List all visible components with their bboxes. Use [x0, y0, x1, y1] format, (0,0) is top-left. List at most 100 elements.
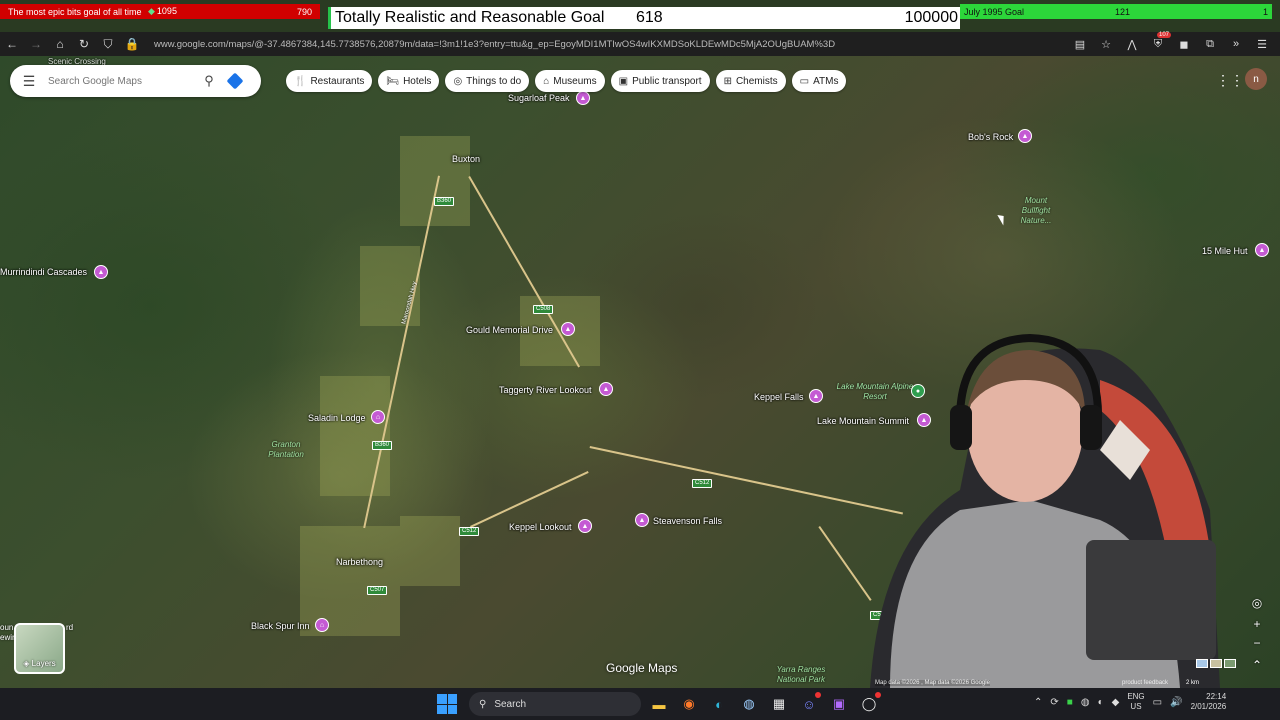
goal-title: Totally Realistic and Reasonable Goal	[335, 9, 605, 26]
bits-count: ◆ 1095	[148, 6, 177, 17]
map-thumbnails[interactable]	[1196, 659, 1236, 668]
my-location-icon[interactable]: ◎	[1248, 594, 1266, 612]
map-scale[interactable]: 2 km	[1186, 680, 1199, 686]
windows-start-icon[interactable]	[437, 694, 457, 714]
bus-icon: ▣	[618, 75, 629, 87]
speaker-icon[interactable]: 🔊	[1170, 697, 1182, 708]
place-label[interactable]: Bob's Rock	[968, 132, 1013, 142]
edge-icon[interactable]: ◐	[707, 692, 731, 716]
thumb[interactable]	[1210, 659, 1222, 668]
forward-icon[interactable]: →	[24, 32, 48, 56]
taskbar-search[interactable]: ⚲ Search	[469, 692, 641, 716]
park-label[interactable]: Granton Plantation	[262, 440, 310, 460]
place-pin-icon[interactable]: ▲	[635, 513, 649, 527]
thumb[interactable]	[1196, 659, 1208, 668]
tray-app-icon[interactable]: ◆	[1112, 697, 1120, 708]
chip-things-to-do[interactable]: ◎ Things to do	[445, 70, 530, 92]
place-pin-icon[interactable]: ▲	[561, 322, 575, 336]
tray-overflow-icon[interactable]: ⌃	[1034, 697, 1042, 708]
avatar[interactable]: n	[1245, 68, 1267, 90]
search-icon[interactable]: ⚲	[198, 73, 220, 89]
shield-icon[interactable]: ⛉	[96, 32, 120, 56]
bits-goal-title: The most epic bits goal of all time	[8, 6, 142, 17]
place-label[interactable]: Steavenson Falls	[653, 516, 722, 526]
browser-menu-icon[interactable]: ☰	[1252, 34, 1272, 54]
hamburger-menu-icon[interactable]: ☰	[10, 73, 48, 90]
place-label[interactable]: Murrindindi Cascades	[0, 267, 87, 277]
road	[818, 526, 872, 601]
network-icon[interactable]: ▭	[1153, 697, 1162, 708]
layers-button[interactable]: ◈ Layers	[14, 623, 65, 674]
directions-icon[interactable]	[220, 72, 250, 90]
place-pin-icon[interactable]: ▲	[1018, 129, 1032, 143]
reader-icon[interactable]: ▤	[1070, 34, 1090, 54]
chip-restaurants[interactable]: 🍴 Restaurants	[286, 70, 373, 92]
lock-icon[interactable]: 🔒	[120, 32, 144, 56]
zoom-out-button[interactable]: −	[1248, 634, 1266, 652]
discord-icon[interactable]: ☺	[797, 692, 821, 716]
home-icon[interactable]: ⌂	[48, 32, 72, 56]
expand-chevron-icon[interactable]: ⌃	[1248, 656, 1266, 674]
google-apps-icon[interactable]: ⋮⋮	[1216, 72, 1244, 89]
category-chips: 🍴 Restaurants 🛏 Hotels ◎ Things to do ⌂ Muse…	[286, 70, 847, 92]
tray-app-icon[interactable]: ⟳	[1050, 697, 1058, 708]
town-label[interactable]: Buxton	[452, 154, 480, 164]
back-icon[interactable]: ←	[0, 32, 24, 56]
ublock-icon[interactable]: ⛨ 107	[1148, 32, 1171, 54]
bookmark-star-icon[interactable]: ☆	[1096, 34, 1116, 54]
feedback-link[interactable]: product feedback	[1122, 680, 1168, 686]
town-label[interactable]: Narbethong	[336, 557, 383, 567]
thumb[interactable]	[1224, 659, 1236, 668]
place-label[interactable]: Black Spur Inn	[251, 621, 310, 631]
chip-museums[interactable]: ⌂ Museums	[535, 70, 605, 92]
chip-public-transport[interactable]: ▣ Public transport	[610, 70, 710, 92]
extension-icon[interactable]: ⋀	[1122, 34, 1142, 54]
bits-value: 1095	[156, 6, 177, 16]
bitwarden-icon[interactable]: ◼	[1174, 34, 1194, 54]
chip-atms[interactable]: ▭ ATMs	[791, 70, 847, 92]
place-pin-icon[interactable]: ▲	[94, 265, 108, 279]
park-label[interactable]: Yarra Ranges National Park	[770, 665, 832, 685]
place-label[interactable]: Keppel Lookout	[509, 522, 572, 532]
place-label[interactable]: Taggerty River Lookout	[499, 385, 592, 395]
layers-icon: ◈	[23, 659, 32, 668]
place-label[interactable]: Saladin Lodge	[308, 413, 366, 423]
park-label[interactable]: Mount Bullfight Nature...	[1014, 196, 1058, 226]
map-attribution[interactable]: Map data ©2026 , Map data ©2026 Google	[875, 680, 990, 686]
chip-label: ATMs	[813, 75, 839, 87]
reload-icon[interactable]: ↻	[72, 32, 96, 56]
clock[interactable]: 22:14 2/01/2026	[1191, 692, 1227, 712]
chip-label: Restaurants	[310, 75, 365, 87]
place-label[interactable]: Sugarloaf Peak	[508, 93, 570, 103]
place-pin-icon[interactable]: ⌂	[371, 410, 385, 424]
farm-field	[320, 376, 390, 496]
search-input[interactable]	[48, 75, 198, 87]
place-pin-icon[interactable]: ▲	[1255, 243, 1269, 257]
zoom-in-button[interactable]: +	[1248, 615, 1266, 633]
language-indicator[interactable]: ENG US	[1127, 692, 1144, 712]
tray-app-icon[interactable]: ◐	[1098, 697, 1104, 708]
road	[589, 446, 904, 515]
tray-app-icon[interactable]: ◍	[1081, 697, 1090, 708]
place-pin-icon[interactable]: ▲	[599, 382, 613, 396]
place-pin-icon[interactable]: ▲	[576, 91, 590, 105]
place-label[interactable]: Gould Memorial Drive	[466, 325, 553, 335]
place-pin-icon[interactable]: ▲	[578, 519, 592, 533]
browser-toolbar: ← → ⌂ ↻ ⛉ 🔒 www.google.com/maps/@-37.486…	[0, 32, 1280, 56]
extensions-puzzle-icon[interactable]: ⧉	[1200, 34, 1220, 54]
obs-icon[interactable]: ◯	[857, 692, 881, 716]
file-explorer-icon[interactable]: ▬	[647, 692, 671, 716]
firefox-icon[interactable]: ◉	[677, 692, 701, 716]
address-bar[interactable]: www.google.com/maps/@-37.4867384,145.773…	[154, 39, 1054, 50]
place-pin-icon[interactable]: ▲	[809, 389, 823, 403]
tray-app-icon[interactable]: ■	[1067, 697, 1073, 708]
steam-icon[interactable]: ◍	[737, 692, 761, 716]
chip-hotels[interactable]: 🛏 Hotels	[378, 70, 440, 92]
app-icon[interactable]: ▦	[767, 692, 791, 716]
place-pin-icon[interactable]: ⌂	[315, 618, 329, 632]
overflow-chevron-icon[interactable]: »	[1226, 34, 1246, 54]
place-label[interactable]: Keppel Falls	[754, 392, 804, 402]
twitch-icon[interactable]: ▣	[827, 692, 851, 716]
place-label[interactable]: 15 Mile Hut	[1202, 246, 1248, 256]
chip-chemists[interactable]: ⊞ Chemists	[715, 70, 786, 92]
